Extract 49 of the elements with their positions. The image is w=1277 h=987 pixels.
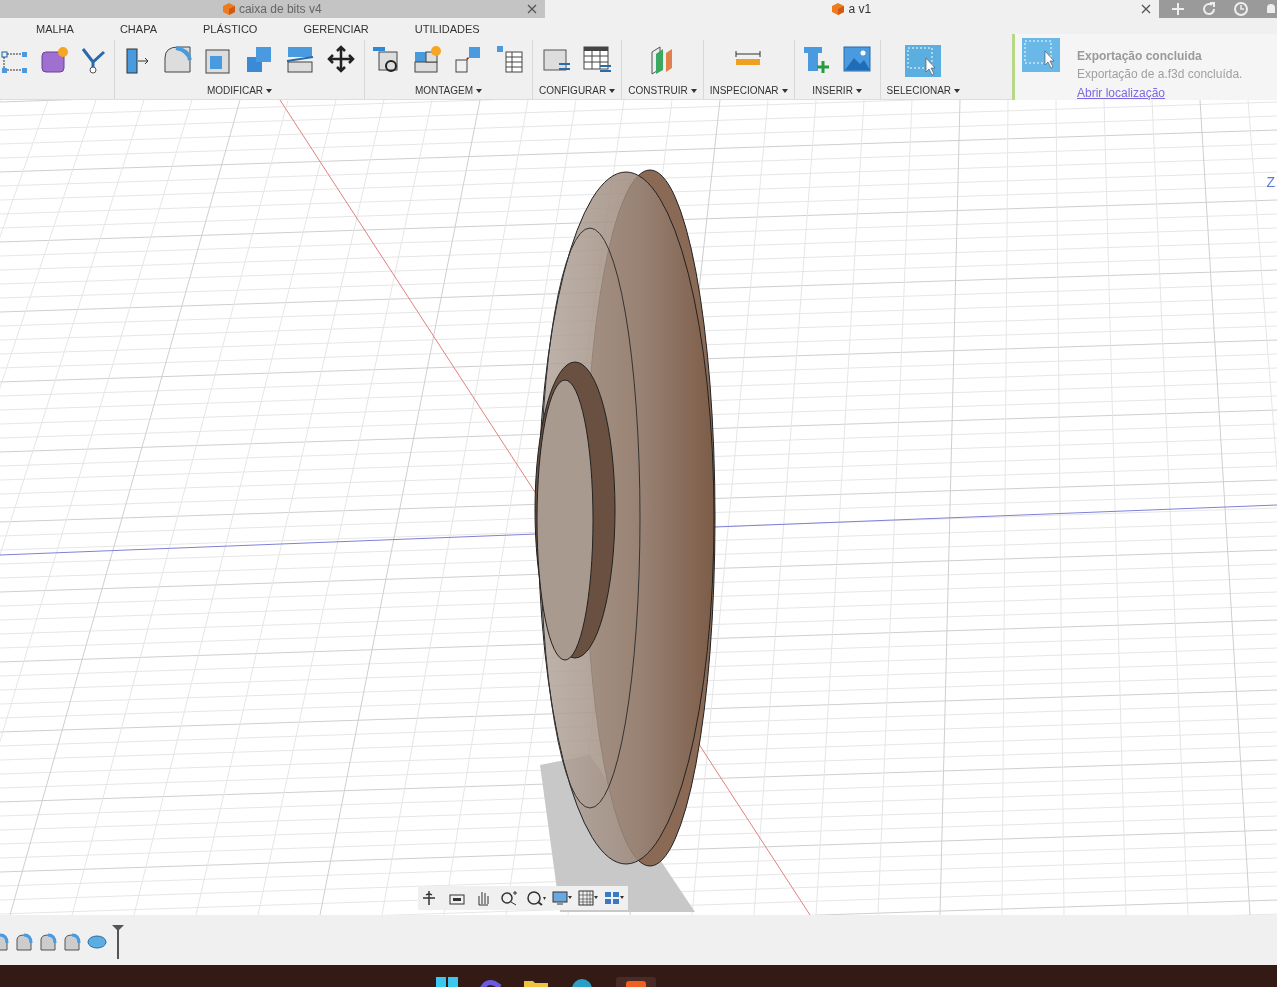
close-icon[interactable]: [1141, 4, 1151, 14]
selection-cursor-icon[interactable]: [904, 44, 943, 78]
grid-icon[interactable]: [578, 890, 598, 906]
parts-table-icon[interactable]: [494, 44, 526, 76]
new-component-icon[interactable]: [412, 44, 444, 76]
zoom-icon[interactable]: [500, 890, 520, 906]
timeline-marker-icon[interactable]: [112, 925, 124, 959]
feature-step-icon[interactable]: [0, 932, 10, 952]
tab-title: a v1: [848, 1, 872, 18]
display-monitor-icon[interactable]: [552, 890, 572, 906]
notification-title: Exportação concluida: [1077, 48, 1203, 65]
toolbar-group-menu[interactable]: INSERIR: [812, 86, 862, 96]
viewports-icon[interactable]: [604, 890, 624, 906]
cube-icon: [222, 3, 235, 15]
form-cube-icon[interactable]: [39, 44, 69, 74]
toolbar-group-menu[interactable]: CONFIGURAR: [539, 86, 616, 96]
fit-zoom-icon[interactable]: [526, 890, 546, 906]
tab-title: caixa de bits v4: [238, 1, 322, 18]
clock-icon[interactable]: [1233, 1, 1249, 17]
selection-cursor-icon: [1021, 37, 1061, 73]
notification-message: Exportação de a.f3d concluída.: [1077, 66, 1243, 83]
feature-mesh-icon[interactable]: [86, 932, 108, 952]
toolbar-tab[interactable]: MALHA: [36, 20, 74, 38]
fillet-icon[interactable]: [162, 44, 194, 76]
feature-step-icon[interactable]: [14, 932, 34, 952]
caret-icon: [855, 89, 862, 93]
feature-mesh-icon[interactable]: [62, 932, 82, 952]
toolbar-group-menu[interactable]: SELECIONAR: [886, 86, 961, 96]
toolbar-tab[interactable]: UTILIDADES: [414, 20, 480, 38]
caret-icon: [476, 89, 483, 93]
cube-icon: [832, 3, 845, 15]
toolbar-tab[interactable]: CHAPA: [119, 20, 157, 38]
close-icon[interactable]: [526, 4, 537, 14]
toolbar-group-menu[interactable]: MONTAGEM: [414, 86, 483, 96]
caret-icon: [609, 89, 616, 93]
open-location-link[interactable]: Abrir localização: [1077, 83, 1243, 103]
refresh-icon[interactable]: [1201, 1, 1217, 17]
caret-icon: [781, 89, 788, 93]
axis-label: Z: [1266, 173, 1275, 192]
caret-icon: [690, 89, 697, 93]
caret-icon: [266, 89, 273, 93]
feature-step-icon[interactable]: [38, 932, 58, 952]
plus-icon[interactable]: [1171, 2, 1185, 16]
toolbar-tab[interactable]: GERENCIAR: [303, 20, 369, 38]
toolbar-tab[interactable]: PLÁSTICO: [203, 20, 258, 38]
toolbar-group-menu[interactable]: INSPECIONAR: [709, 86, 788, 96]
toolbar-group-menu[interactable]: MODIFICAR: [206, 86, 273, 96]
toolbar-group-menu[interactable]: CONSTRUIR: [628, 86, 697, 96]
caret-icon: [954, 89, 961, 93]
